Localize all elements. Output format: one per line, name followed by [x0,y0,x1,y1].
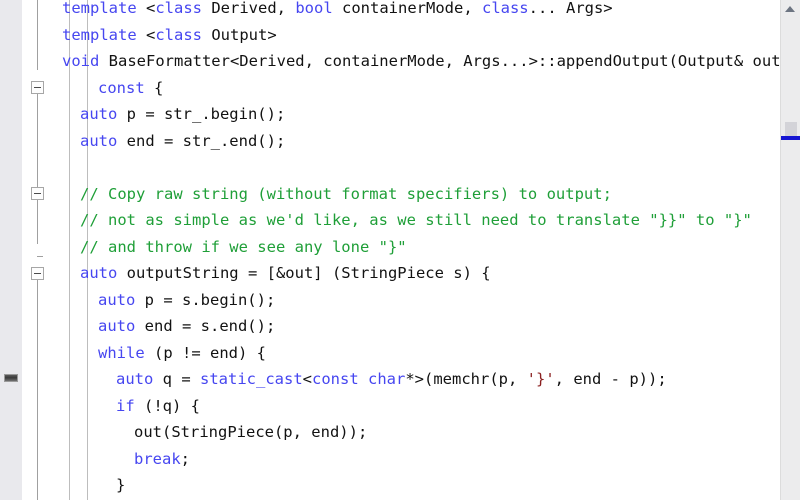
code-line[interactable]: const { [52,75,780,102]
code-token: BaseFormatter<Derived, containerMode, Ar… [99,52,780,70]
triangle-up-icon [785,6,795,12]
fold-guide-outer-bottom [37,268,38,500]
code-editor-window: template <class Derived, bool containerM… [0,0,800,500]
code-token: < [146,0,156,17]
code-token: auto [98,290,136,309]
code-token: bool [295,0,333,17]
code-line[interactable]: // not as simple as we'd like, as we sti… [52,207,780,234]
code-line[interactable]: // and throw if we see any lone "}" [52,234,780,261]
code-text-area[interactable]: template <class Derived, bool containerM… [52,0,780,500]
selection-margin[interactable] [0,0,22,500]
code-token: Derived, [202,0,296,17]
fold-collapse-button[interactable] [31,187,44,201]
code-lines-container: template <class Derived, bool containerM… [52,0,780,499]
code-token: if [116,396,135,415]
code-line[interactable]: auto q = static_cast<const char*>(memchr… [52,366,780,393]
code-token: end = str_.end(); [117,131,286,150]
code-line[interactable]: template <class Derived, bool containerM… [52,0,780,22]
code-token: template [62,0,146,17]
code-token: , end - p)); [554,370,667,388]
code-token: while [98,343,145,362]
code-line[interactable] [52,154,780,181]
code-token: (p != end) { [144,343,266,362]
fold-collapse-button[interactable] [31,266,44,280]
code-token: // not as simple as we'd like, as we sti… [80,211,752,229]
code-token: template [62,25,146,44]
code-token: // Copy raw string (without format speci… [80,184,612,203]
fold-collapse-button[interactable] [31,81,44,95]
code-token: end = s.end(); [135,317,276,335]
code-token: ; [180,449,191,468]
code-token: out(StringPiece(p, end)); [134,423,368,441]
code-token: const [312,370,359,388]
code-folding-margin[interactable] [22,0,52,500]
code-token: outputString = [&out] (StringPiece s) { [117,264,491,282]
code-token: p = s.begin(); [135,290,276,309]
code-token: < [146,25,156,44]
code-line[interactable]: void BaseFormatter<Derived, containerMod… [52,48,780,75]
code-token: { [144,78,164,97]
fold-branch-tick [37,256,43,257]
code-token: class [155,0,203,17]
selection-drag-handle[interactable] [4,374,18,382]
code-token: class [481,0,529,17]
code-token: q = [153,370,200,388]
code-token: auto [80,105,118,123]
code-token: } [116,476,126,494]
modified-lines-marker [781,136,800,140]
code-token: break [134,449,181,468]
code-token: void [62,52,100,70]
code-line[interactable]: out(StringPiece(p, end)); [52,419,780,446]
code-line[interactable]: auto p = str_.begin(); [52,101,780,128]
code-token: (!q) { [134,396,200,415]
code-token: class [155,25,203,44]
code-token: // and throw if we see any lone "}" [80,237,407,256]
fold-guide-outer-mid [37,94,38,244]
code-line[interactable]: auto end = str_.end(); [52,128,780,155]
code-line[interactable]: auto p = s.begin(); [52,287,780,314]
code-token: auto [116,370,154,388]
code-line[interactable]: while (p != end) { [52,340,780,367]
code-token: '}' [526,370,555,388]
code-line[interactable]: // Copy raw string (without format speci… [52,181,780,208]
code-line[interactable]: auto outputString = [&out] (StringPiece … [52,260,780,287]
fold-guide-outer-top [37,0,38,70]
code-token: p = str_.begin(); [117,105,286,123]
vertical-scrollbar[interactable] [780,0,800,500]
code-line[interactable]: template <class Output> [52,22,780,49]
code-token: const [98,78,145,97]
code-token: auto [80,264,118,282]
vertical-scroll-thumb[interactable] [785,122,797,136]
code-token: auto [98,317,136,335]
code-line[interactable]: if (!q) { [52,393,780,420]
scroll-up-button[interactable] [781,0,800,17]
code-token: ... Args> [528,0,613,17]
code-token: char [368,370,406,388]
code-token: *>(memchr(p, [405,370,527,388]
code-line[interactable]: auto end = s.end(); [52,313,780,340]
code-token: < [302,370,312,388]
code-token: auto [80,131,118,150]
code-line[interactable]: break; [52,446,780,473]
code-line[interactable]: } [52,472,780,499]
code-token: static_cast [200,370,303,388]
code-token: containerMode, [332,0,482,17]
code-token: Output> [202,25,277,44]
